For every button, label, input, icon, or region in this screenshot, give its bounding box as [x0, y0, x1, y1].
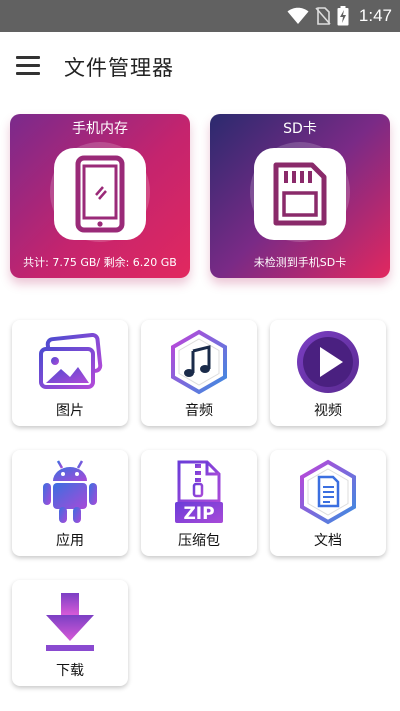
- category-tile-audio[interactable]: 音频: [141, 320, 257, 426]
- category-label-downloads: 下载: [56, 663, 84, 679]
- internal-storage-info: 共计: 7.75 GB/ 剩余: 6.20 GB: [23, 256, 177, 269]
- sd-card-title: SD卡: [283, 121, 317, 137]
- internal-storage-title: 手机内存: [72, 121, 128, 137]
- status-time: 1:47: [358, 6, 392, 25]
- category-tile-apps[interactable]: 应用: [12, 450, 128, 556]
- category-label-images: 图片: [56, 403, 84, 419]
- download-icon: [46, 593, 94, 651]
- category-label-documents: 文档: [314, 533, 342, 549]
- wifi-icon: [287, 7, 309, 24]
- android-icon: [43, 460, 97, 523]
- zip-icon: ZIP: [175, 460, 223, 524]
- phone-icon: [75, 155, 125, 233]
- status-bar: 1:47: [0, 0, 400, 32]
- category-label-apps: 应用: [56, 533, 84, 549]
- sd-card-icon: [273, 162, 327, 226]
- category-label-video: 视频: [314, 403, 342, 419]
- music-icon: [171, 329, 227, 395]
- status-icons: 1:47: [287, 0, 392, 32]
- category-tile-documents[interactable]: 文档: [270, 450, 386, 556]
- internal-storage-iconbox: [54, 148, 146, 240]
- category-tile-video[interactable]: 视频: [270, 320, 386, 426]
- menu-icon[interactable]: [14, 54, 42, 78]
- sd-card-info: 未检测到手机SD卡: [253, 256, 347, 269]
- category-tile-zip[interactable]: ZIP 压缩包: [141, 450, 257, 556]
- category-label-audio: 音频: [185, 403, 213, 419]
- document-icon: [300, 459, 356, 525]
- video-play-icon: [297, 331, 359, 393]
- category-label-zip: 压缩包: [178, 533, 220, 549]
- category-tile-downloads[interactable]: 下载: [12, 580, 128, 686]
- page-title: 文件管理器: [64, 56, 174, 80]
- no-sim-icon: [315, 7, 331, 25]
- battery-charging-icon: [337, 6, 349, 26]
- category-tile-images[interactable]: 图片: [12, 320, 128, 426]
- internal-storage-card[interactable]: 手机内存 共计: 7.75 GB/ 剩余: 6.20 GB: [10, 114, 190, 278]
- app-bar: 文件管理器: [0, 32, 400, 102]
- image-icon: [39, 333, 103, 389]
- svg-text:ZIP: ZIP: [183, 504, 214, 524]
- sd-card-card[interactable]: SD卡 未检测到手机SD卡: [210, 114, 390, 278]
- sd-card-iconbox: [254, 148, 346, 240]
